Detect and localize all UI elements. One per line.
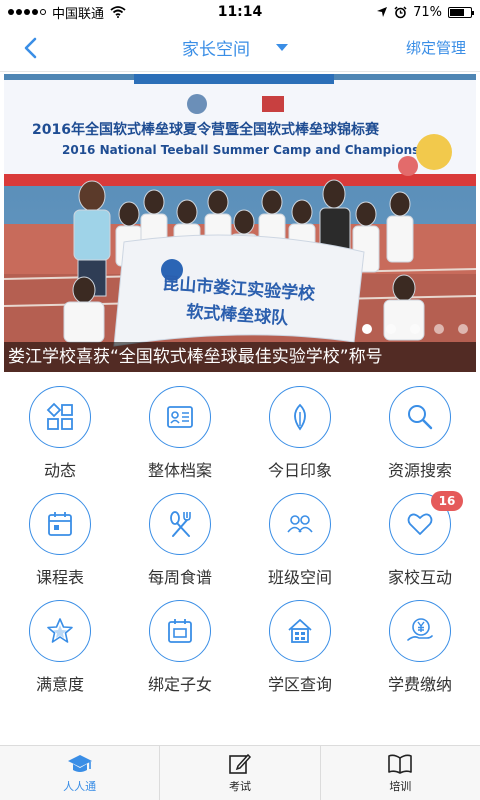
heart-icon xyxy=(407,513,433,535)
nav-bar: 家长空间 绑定管理 xyxy=(0,24,480,72)
tab-label: 人人通 xyxy=(63,779,97,793)
grid-item-tuition-payment[interactable]: 学费缴纳 xyxy=(360,594,480,701)
tab-training[interactable]: 培训 xyxy=(319,746,480,800)
status-left: 中国联通 xyxy=(8,3,188,22)
grid-label: 家校互动 xyxy=(387,568,452,587)
book-icon xyxy=(388,754,413,774)
grid-icon-circle xyxy=(29,386,91,448)
shapes-icon xyxy=(46,402,73,430)
tab-renrentong[interactable]: 人人通 xyxy=(0,746,159,800)
grid-label: 课程表 xyxy=(35,568,84,587)
grid-label: 整体档案 xyxy=(147,461,212,480)
status-right: 71% xyxy=(292,4,474,20)
battery-icon xyxy=(448,6,474,18)
grid-icon-circle xyxy=(269,600,331,662)
grid-label: 学区查询 xyxy=(267,675,332,694)
banner-carousel[interactable]: 2016年全国软式棒垒球夏令营暨全国软式棒垒球锦标赛 2016 National… xyxy=(4,74,476,372)
grid-item-resource-search[interactable]: 资源搜索 xyxy=(360,380,480,487)
signal-icon xyxy=(8,9,46,15)
yuan-hand-icon xyxy=(407,618,433,641)
back-arrow-icon xyxy=(24,37,37,58)
grid-item-class-space[interactable]: 班级空间 xyxy=(240,487,360,594)
search-icon xyxy=(408,405,433,430)
carousel-dot[interactable] xyxy=(434,324,444,334)
grid-item-dynamics[interactable]: 动态 xyxy=(0,380,120,487)
calendar-bind-icon xyxy=(168,619,192,643)
banner-caption: 娄江学校喜获“全国软式棒垒球最佳实验学校”称号 xyxy=(4,342,476,372)
unread-badge: 16 xyxy=(431,491,463,511)
grid-label: 今日印象 xyxy=(267,461,332,480)
spoon-fork-icon xyxy=(170,511,191,537)
bind-manage-button[interactable]: 绑定管理 xyxy=(370,37,480,58)
feature-grid: 动态 整体档案 今日印象 资源搜索 课程表 每周食谱 班级空间 家校互动 16 … xyxy=(0,380,480,701)
grid-icon-circle xyxy=(29,493,91,555)
grid-icon-circle xyxy=(149,493,211,555)
grid-label: 班级空间 xyxy=(267,568,332,587)
back-button[interactable] xyxy=(0,24,60,72)
carrier-name: 中国联通 xyxy=(52,6,105,22)
carousel-dot[interactable] xyxy=(362,324,372,334)
carousel-dot[interactable] xyxy=(386,324,396,334)
grid-icon-circle xyxy=(149,386,211,448)
grid-icon-circle xyxy=(269,386,331,448)
grid-item-home-school[interactable]: 家校互动 16 xyxy=(360,487,480,594)
grid-icon-circle xyxy=(269,493,331,555)
status-bar: 中国联通 11:14 71% xyxy=(0,0,480,24)
banner-sign-line1: 2016年全国软式棒垒球夏令营暨全国软式棒垒球锦标赛 xyxy=(32,121,380,138)
grid-item-today-impression[interactable]: 今日印象 xyxy=(240,380,360,487)
group-icon xyxy=(287,515,313,533)
carousel-dots[interactable] xyxy=(362,324,468,334)
grid-item-satisfaction[interactable]: 满意度 xyxy=(0,594,120,701)
grid-item-timetable[interactable]: 课程表 xyxy=(0,487,120,594)
grid-icon-circle xyxy=(389,386,451,448)
tab-label: 考试 xyxy=(228,779,251,793)
grid-label: 绑定子女 xyxy=(147,675,212,694)
grid-label: 资源搜索 xyxy=(387,461,452,480)
grid-icon-circle xyxy=(149,600,211,662)
tab-bar: 人人通 考试 培训 xyxy=(0,745,480,800)
nav-title: 家长空间 xyxy=(182,40,250,60)
building-icon xyxy=(288,619,312,643)
location-icon xyxy=(377,7,388,17)
grid-item-weekly-menu[interactable]: 每周食谱 xyxy=(120,487,240,594)
carousel-dot[interactable] xyxy=(410,324,420,334)
tab-exam[interactable]: 考试 xyxy=(159,746,319,800)
edit-icon xyxy=(229,753,252,774)
graduation-cap-icon xyxy=(67,754,92,772)
grid-icon-circle xyxy=(29,600,91,662)
banner-sign-line2: 2016 National Teeball Summer Camp and Ch… xyxy=(62,143,441,157)
profile-card-icon xyxy=(167,406,193,428)
grid-item-bind-child[interactable]: 绑定子女 xyxy=(120,594,240,701)
tab-label: 培训 xyxy=(389,779,412,793)
status-time: 11:14 xyxy=(217,4,263,20)
grid-item-overall-profile[interactable]: 整体档案 xyxy=(120,380,240,487)
caret-down-icon xyxy=(276,44,288,51)
grid-label: 学费缴纳 xyxy=(387,675,452,694)
calendar-icon xyxy=(48,512,72,536)
battery-percent: 71% xyxy=(413,4,442,20)
alarm-icon xyxy=(394,5,407,18)
grid-item-district-query[interactable]: 学区查询 xyxy=(240,594,360,701)
space-selector[interactable]: 家长空间 xyxy=(60,35,370,60)
grid-label: 动态 xyxy=(43,461,76,480)
star-icon xyxy=(47,618,73,643)
leaf-icon xyxy=(294,403,306,431)
grid-icon-circle xyxy=(389,600,451,662)
carousel-dot[interactable] xyxy=(458,324,468,334)
wifi-icon xyxy=(110,6,126,18)
grid-label: 每周食谱 xyxy=(147,568,212,587)
grid-label: 满意度 xyxy=(35,675,84,694)
